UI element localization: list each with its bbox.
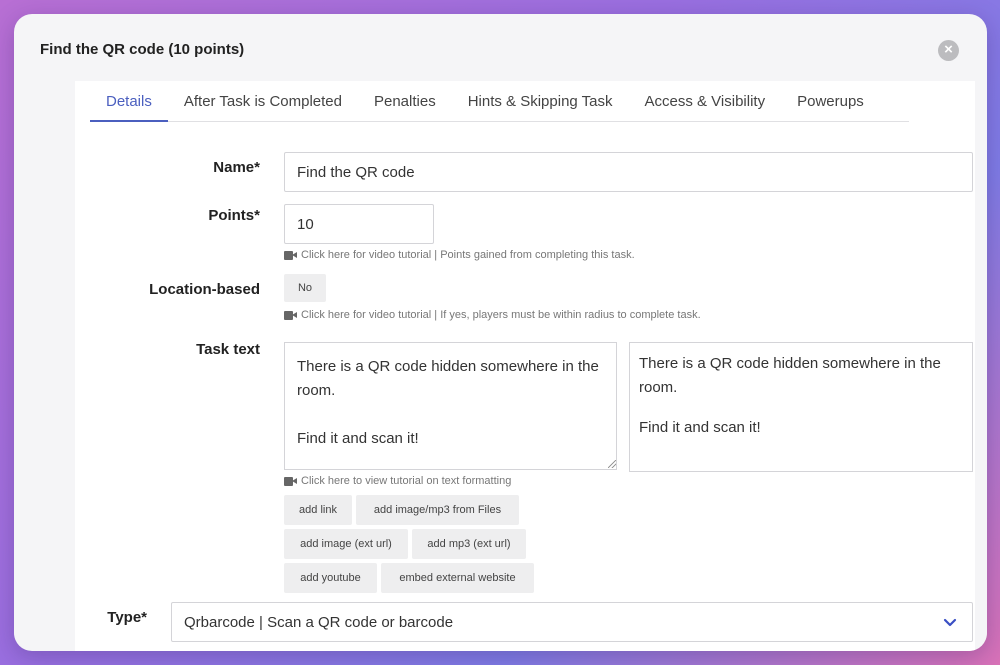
task-modal: Find the QR code (10 points) × Details A… bbox=[14, 14, 987, 651]
location-hint[interactable]: Click here for video tutorial | If yes, … bbox=[284, 309, 701, 321]
location-label: Location-based bbox=[149, 281, 260, 298]
tab-details[interactable]: Details bbox=[90, 81, 168, 122]
tab-hints-skipping[interactable]: Hints & Skipping Task bbox=[452, 81, 629, 122]
embed-website-button[interactable]: embed external website bbox=[381, 563, 534, 593]
preview-line-2: Find it and scan it! bbox=[639, 419, 761, 436]
video-camera-icon bbox=[284, 250, 297, 260]
tab-access-visibility[interactable]: Access & Visibility bbox=[629, 81, 782, 122]
preview-line-1: There is a QR code hidden somewhere in t… bbox=[639, 355, 941, 396]
points-hint[interactable]: Click here for video tutorial | Points g… bbox=[284, 249, 635, 261]
add-image-url-button[interactable]: add image (ext url) bbox=[284, 529, 408, 559]
points-label: Points* bbox=[208, 207, 260, 224]
type-select[interactable]: Qrbarcode | Scan a QR code or barcode bbox=[171, 602, 973, 642]
tab-powerups[interactable]: Powerups bbox=[781, 81, 880, 122]
text-formatting-hint-text: Click here to view tutorial on text form… bbox=[301, 475, 512, 487]
location-hint-text: Click here for video tutorial | If yes, … bbox=[301, 309, 701, 321]
type-label: Type* bbox=[107, 609, 147, 626]
close-icon[interactable]: × bbox=[938, 40, 959, 61]
name-label: Name* bbox=[213, 159, 260, 176]
add-youtube-button[interactable]: add youtube bbox=[284, 563, 377, 593]
points-value: 10 bbox=[297, 215, 314, 233]
location-toggle-button[interactable]: No bbox=[284, 274, 326, 302]
modal-title: Find the QR code (10 points) bbox=[40, 41, 245, 58]
points-hint-text: Click here for video tutorial | Points g… bbox=[301, 249, 635, 261]
task-text-preview: There is a QR code hidden somewhere in t… bbox=[629, 342, 973, 472]
modal-content: Details After Task is Completed Penaltie… bbox=[75, 81, 975, 651]
points-input[interactable]: 10 bbox=[284, 204, 434, 244]
add-link-button[interactable]: add link bbox=[284, 495, 352, 525]
task-text-textarea[interactable]: There is a QR code hidden somewhere in t… bbox=[284, 342, 617, 470]
type-value: Qrbarcode | Scan a QR code or barcode bbox=[184, 613, 454, 631]
chevron-down-icon bbox=[943, 618, 957, 627]
text-formatting-hint[interactable]: Click here to view tutorial on text form… bbox=[284, 475, 511, 487]
textarea-resize-handle[interactable] bbox=[608, 460, 616, 468]
video-camera-icon bbox=[284, 476, 297, 486]
add-image-files-button[interactable]: add image/mp3 from Files bbox=[356, 495, 519, 525]
name-input[interactable]: Find the QR code bbox=[284, 152, 973, 192]
task-text-label: Task text bbox=[196, 341, 260, 358]
tab-bar: Details After Task is Completed Penaltie… bbox=[90, 81, 909, 122]
name-value: Find the QR code bbox=[297, 163, 415, 181]
tab-after-task-completed[interactable]: After Task is Completed bbox=[168, 81, 358, 122]
tab-penalties[interactable]: Penalties bbox=[358, 81, 452, 122]
add-mp3-url-button[interactable]: add mp3 (ext url) bbox=[412, 529, 526, 559]
video-camera-icon bbox=[284, 310, 297, 320]
